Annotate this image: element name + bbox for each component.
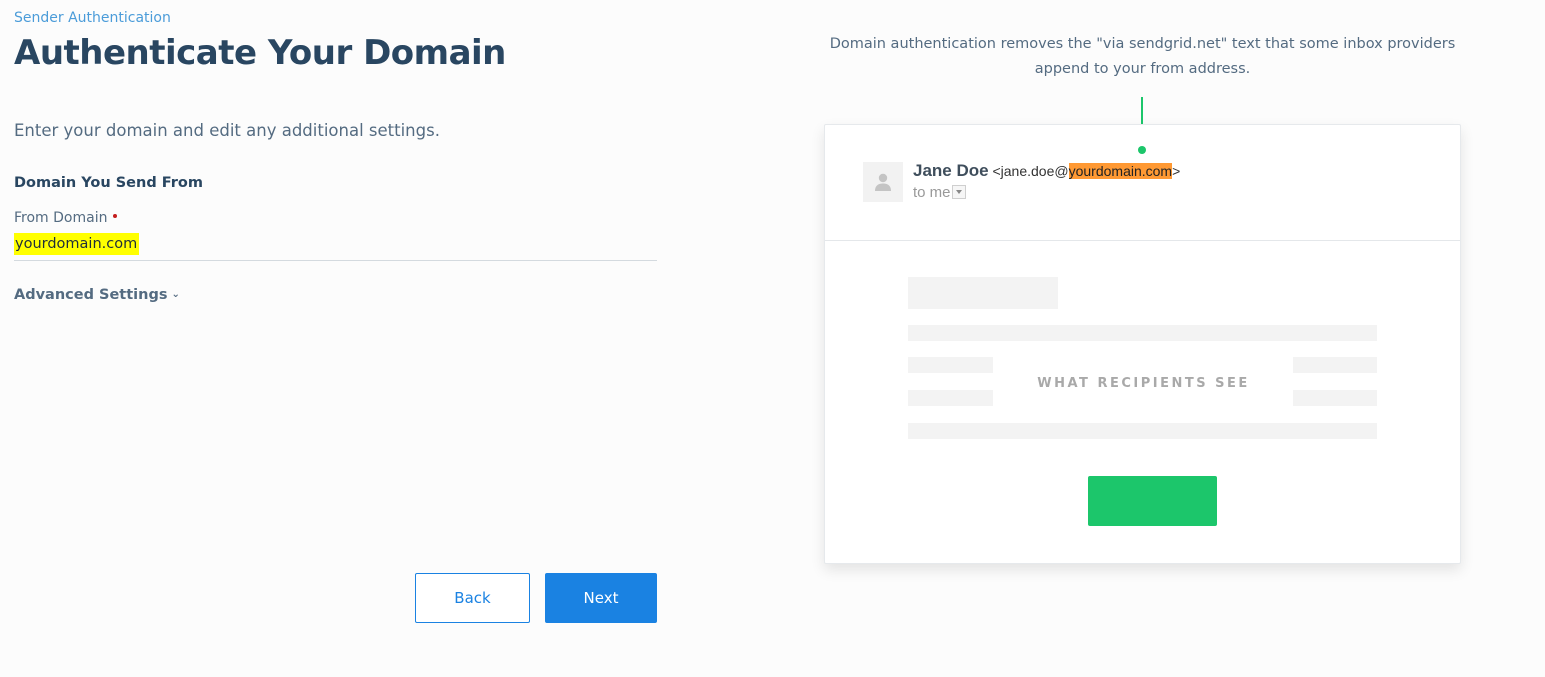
instructions-text: Enter your domain and edit any additiona… — [14, 121, 440, 140]
sender-email-domain: yourdomain.com — [1068, 163, 1173, 179]
required-indicator — [113, 214, 118, 218]
email-preview-header: Jane Doe <jane.doe@yourdomain.com> to me — [825, 125, 1460, 241]
preview-explanation: Domain authentication removes the "via s… — [829, 36, 1456, 77]
placeholder-line — [908, 423, 1377, 439]
from-domain-label: From Domain — [14, 210, 118, 226]
placeholder-line — [1293, 390, 1377, 406]
sender-line: Jane Doe <jane.doe@yourdomain.com> — [913, 161, 1180, 181]
sender-email-prefix: <jane.doe@ — [992, 163, 1069, 179]
recipients-label: WHAT RECIPIENTS SEE — [1037, 376, 1250, 391]
advanced-settings-toggle[interactable]: Advanced Settings ⌄ — [14, 287, 180, 303]
page-title: Authenticate Your Domain — [14, 33, 506, 73]
placeholder-line — [908, 357, 993, 373]
email-preview-card: Jane Doe <jane.doe@yourdomain.com> to me… — [824, 124, 1461, 564]
from-domain-field — [14, 233, 657, 261]
breadcrumb[interactable]: Sender Authentication — [14, 10, 171, 26]
avatar — [863, 162, 903, 202]
to-line: to me — [913, 184, 966, 201]
placeholder-line — [1293, 357, 1377, 373]
pointer-dot — [1138, 146, 1146, 154]
placeholder-line — [908, 325, 1377, 341]
cta-button-placeholder — [1088, 476, 1217, 526]
person-icon — [875, 173, 891, 191]
placeholder-line — [908, 390, 993, 406]
chevron-down-icon: ⌄ — [171, 289, 180, 300]
from-domain-input[interactable] — [14, 233, 139, 255]
from-domain-label-text: From Domain — [14, 210, 108, 226]
sender-name: Jane Doe — [913, 161, 989, 180]
to-text: to me — [913, 184, 951, 201]
advanced-settings-label: Advanced Settings — [14, 287, 168, 303]
placeholder-heading — [908, 277, 1058, 309]
sender-email-suffix: > — [1172, 163, 1181, 179]
dropdown-arrow-icon — [951, 185, 966, 199]
back-button[interactable]: Back — [415, 573, 530, 623]
next-button[interactable]: Next — [545, 573, 657, 623]
section-heading: Domain You Send From — [14, 175, 203, 191]
